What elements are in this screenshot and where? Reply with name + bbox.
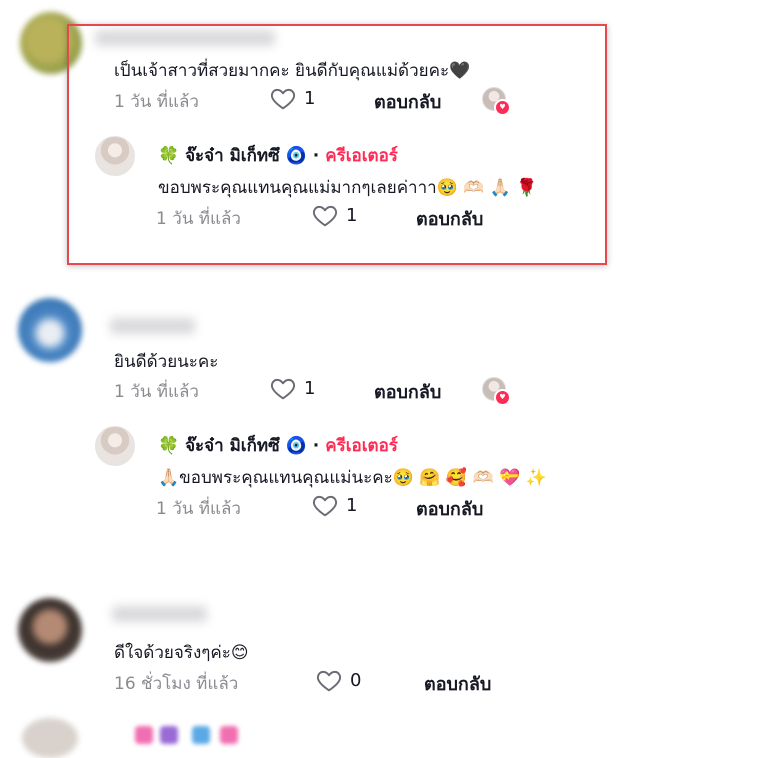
commenter-avatar[interactable] bbox=[18, 298, 82, 362]
highlight-box bbox=[67, 24, 607, 265]
like-count: 1 bbox=[346, 494, 358, 516]
like-count: 1 bbox=[304, 377, 316, 399]
like-button[interactable]: 0 bbox=[316, 668, 361, 692]
comment-text: ดีใจด้วยจริงๆค่ะ😊 bbox=[114, 643, 249, 663]
commenter-name[interactable] bbox=[110, 318, 195, 334]
creator-liked-indicator: ♥ bbox=[482, 377, 512, 406]
commenter-name[interactable] bbox=[112, 606, 207, 622]
comment-text: ยินดีด้วยนะคะ bbox=[114, 352, 219, 372]
separator-dot: · bbox=[312, 435, 320, 456]
heart-outline-icon bbox=[316, 670, 342, 692]
commenter-avatar[interactable] bbox=[18, 598, 82, 662]
like-button[interactable]: 1 bbox=[270, 376, 315, 400]
blurred-emoji bbox=[220, 726, 238, 744]
reply-button[interactable]: ตอบกลับ bbox=[424, 669, 491, 698]
reply-like-button[interactable]: 1 bbox=[312, 493, 357, 517]
creator-badge: ครีเอเตอร์ bbox=[325, 436, 398, 456]
reply-time: 1 วัน ที่แล้ว bbox=[156, 499, 241, 519]
comment-time: 16 ชั่วโมง ที่แล้ว bbox=[114, 674, 239, 694]
comment-time: 1 วัน ที่แล้ว bbox=[114, 382, 199, 402]
blurred-emoji bbox=[192, 726, 210, 744]
heart-badge-icon: ♥ bbox=[494, 389, 511, 406]
reply-button[interactable]: ตอบกลับ bbox=[416, 494, 483, 523]
blurred-emoji bbox=[135, 726, 153, 744]
commenter-avatar[interactable] bbox=[22, 718, 78, 758]
like-count: 0 bbox=[350, 669, 362, 691]
reply-text: 🙏🏻ขอบพระคุณแทนคุณแม่นะคะ🥹 🤗 🥰 🫶🏻 💝 ✨ bbox=[158, 468, 547, 488]
reply-button[interactable]: ตอบกลับ bbox=[374, 377, 441, 406]
reply-author-row: 🍀 จ๊ะจ๋า มิเก็ทซึ 🧿 · ครีเอเตอร์ bbox=[158, 432, 398, 459]
reply-author-avatar[interactable] bbox=[95, 426, 135, 466]
heart-outline-icon bbox=[312, 495, 338, 517]
blurred-emoji bbox=[160, 726, 178, 744]
heart-outline-icon bbox=[270, 378, 296, 400]
reply-author-name[interactable]: 🍀 จ๊ะจ๋า มิเก็ทซึ 🧿 bbox=[158, 432, 307, 459]
